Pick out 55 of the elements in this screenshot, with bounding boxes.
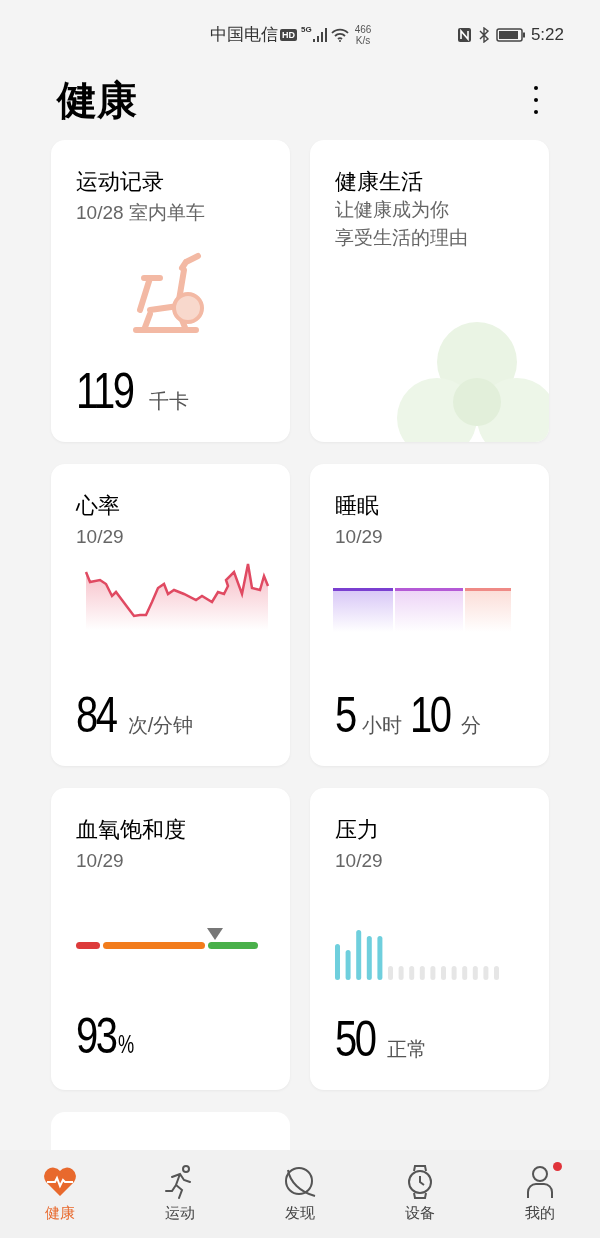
battery-icon <box>495 28 526 42</box>
wifi-icon <box>330 28 349 42</box>
card-date: 10/29 <box>76 849 125 873</box>
person-icon <box>526 1165 554 1199</box>
reading-unit: 千卡 <box>148 389 189 414</box>
health-card[interactable]: 睡眠 10/29 5 小时 10 分 <box>310 464 549 766</box>
watch-icon <box>407 1165 433 1199</box>
nfc-icon <box>456 27 472 43</box>
carrier-name: 中国电信 <box>210 24 278 47</box>
card-description: 享受生活的理由 <box>335 226 469 250</box>
reading-unit: 次/分钟 <box>127 713 194 738</box>
reading-value: 119 <box>76 366 133 416</box>
network-type: 5G <box>301 24 312 36</box>
planet-icon <box>283 1165 317 1199</box>
speed-value: 466 <box>354 24 372 35</box>
card-title: 血氧饱和度 <box>76 816 187 844</box>
card-title: 压力 <box>335 816 380 844</box>
health-card[interactable]: 健康生活 让健康成为你 享受生活的理由 <box>310 140 549 442</box>
heart-icon <box>43 1167 77 1197</box>
card-title: 健康生活 <box>335 168 424 196</box>
reading-unit: 小时 <box>361 713 402 738</box>
nav-tab[interactable]: 设备 <box>360 1164 480 1238</box>
card-date: 10/29 <box>335 525 384 549</box>
nav-tab[interactable]: 发现 <box>240 1164 360 1238</box>
card-description: 让健康成为你 <box>335 198 450 222</box>
card-date: 10/29 <box>335 849 384 873</box>
card-title: 心率 <box>76 492 121 520</box>
page-title: 健康 <box>57 77 137 124</box>
card-title: 睡眠 <box>335 492 380 520</box>
reading-value: 93 <box>76 1011 116 1061</box>
bluetooth-icon <box>477 27 490 43</box>
card-title: 运动记录 <box>76 168 165 196</box>
clock-time: 5:22 <box>530 24 564 47</box>
signal-icon <box>312 28 327 42</box>
reading-value: 84 <box>76 690 116 740</box>
health-card[interactable]: 血氧饱和度 10/29 93% <box>51 788 290 1090</box>
more-options-icon[interactable] <box>532 84 540 116</box>
hd-badge: HD <box>280 29 297 41</box>
health-card[interactable]: 心率 10/29 84 次/分钟 <box>51 464 290 766</box>
low-range-bar <box>76 942 100 949</box>
health-card[interactable]: 运动记录 10/28 室内单车 119 千卡 <box>51 140 290 442</box>
card-date: 10/28 室内单车 <box>76 201 206 225</box>
reading-value: 10 <box>409 690 450 740</box>
marker-icon <box>207 928 223 940</box>
speed-unit: K/s <box>355 35 371 46</box>
health-card[interactable]: 压力 10/29 50 正常 <box>310 788 549 1090</box>
nav-tab[interactable]: 我的 <box>480 1164 600 1238</box>
reading-value: 5 <box>335 690 355 740</box>
card-date: 10/29 <box>76 525 125 549</box>
reading-value: 50 <box>335 1014 375 1064</box>
reading-unit: 正常 <box>386 1037 427 1062</box>
nav-tab[interactable]: 运动 <box>120 1164 240 1238</box>
reading-unit: % <box>117 1028 134 1061</box>
reading-unit: 分 <box>461 713 482 738</box>
normal-range-bar <box>207 942 258 949</box>
